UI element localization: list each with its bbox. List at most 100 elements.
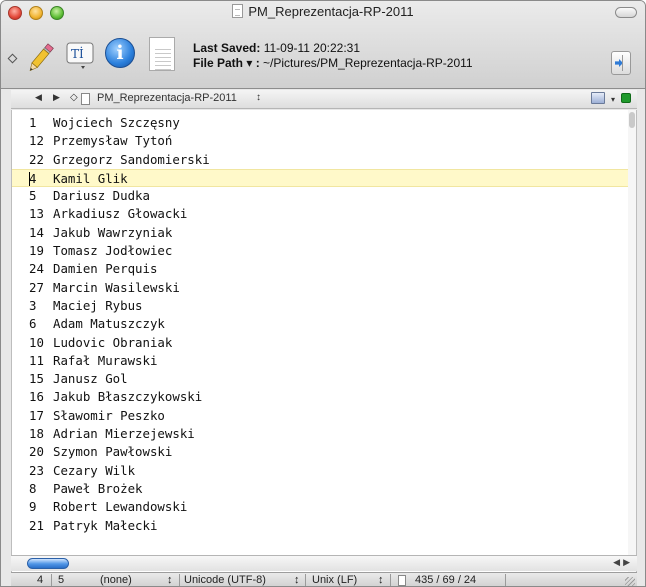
text-line[interactable]: 21 Patryk Małecki bbox=[12, 517, 636, 535]
player-name-text: Maciej Rybus bbox=[53, 297, 143, 313]
file-path-row: File Path ▾ : ~/Pictures/PM_Reprezentacj… bbox=[193, 56, 473, 71]
line-number-text: 3 bbox=[29, 297, 37, 313]
text-line[interactable]: 14 Jakub Wawrzyniak bbox=[12, 224, 636, 242]
line-number-text: 5 bbox=[29, 188, 37, 204]
player-name-text: Paweł Brożek bbox=[53, 480, 143, 496]
line-number-text: 17 bbox=[29, 407, 44, 423]
player-name-text: Robert Lewandowski bbox=[53, 499, 188, 515]
player-name-text: Ludovic Obraniak bbox=[53, 334, 173, 350]
text-line[interactable]: 9 Robert Lewandowski bbox=[12, 498, 636, 516]
text-line[interactable]: 18 Adrian Mierzejewski bbox=[12, 425, 636, 443]
text-editor[interactable]: 1 Wojciech Szczęsny 12 Przemysław Tytoń 22 Gr… bbox=[11, 110, 637, 574]
text-line[interactable]: 8 Paweł Brożek bbox=[12, 480, 636, 498]
toggle-sidebar-button[interactable] bbox=[611, 51, 631, 75]
nav-file-icon bbox=[81, 93, 90, 105]
player-name-text: Adrian Mierzejewski bbox=[53, 426, 195, 442]
last-saved-row: Last Saved: 11-09-11 20:22:31 bbox=[193, 41, 473, 56]
player-name-text: Tomasz Jodłowiec bbox=[53, 243, 173, 259]
horizontal-scroll-thumb[interactable] bbox=[27, 558, 69, 569]
player-name-text: Sławomir Peszko bbox=[53, 407, 165, 423]
encoding-popup[interactable]: Unicode (UTF-8) bbox=[184, 574, 266, 586]
status-line-number: 4 bbox=[37, 574, 44, 586]
line-number-text: 16 bbox=[29, 389, 44, 405]
text-line[interactable]: 11 Rafał Murawski bbox=[12, 352, 636, 370]
line-number-text: 21 bbox=[29, 517, 44, 533]
document-metadata: Last Saved: 11-09-11 20:22:31 File Path … bbox=[193, 41, 473, 71]
editor-lines[interactable]: 1 Wojciech Szczęsny 12 Przemysław Tytoń 22 Gr… bbox=[12, 114, 636, 535]
encoding-popup-arrows-icon[interactable]: ↕ bbox=[294, 574, 300, 586]
text-line[interactable]: 17 Sławomir Peszko bbox=[12, 407, 636, 425]
line-number-text: 12 bbox=[29, 133, 44, 149]
player-name-text: Grzegorz Sandomierski bbox=[53, 151, 210, 167]
toolbar-toggle-button[interactable] bbox=[615, 7, 637, 18]
resize-grip-icon[interactable] bbox=[625, 577, 635, 586]
line-number-text: 23 bbox=[29, 462, 44, 478]
line-number-text: 20 bbox=[29, 444, 44, 460]
scroll-arrows-icon[interactable]: ◀▶ bbox=[613, 557, 633, 568]
document-info-icon[interactable] bbox=[149, 37, 175, 71]
player-name-text: Jakub Błaszczykowski bbox=[53, 389, 203, 405]
player-name-text: Marcin Wasilewski bbox=[53, 279, 180, 295]
bookmarks-chevron-icon[interactable]: ▾ bbox=[611, 95, 615, 104]
line-endings-popup[interactable]: Unix (LF) bbox=[312, 574, 357, 586]
document-popup-arrows-icon[interactable]: ↕ bbox=[256, 92, 261, 103]
line-number-text: 14 bbox=[29, 224, 44, 240]
horizontal-scrollbar[interactable]: ◀▶ bbox=[11, 555, 637, 571]
text-line[interactable]: 23 Cezary Wilk bbox=[12, 462, 636, 480]
current-line[interactable]: 4 Kamil Glik bbox=[12, 168, 636, 188]
vertical-scroll-thumb[interactable] bbox=[629, 112, 635, 128]
document-status-icon[interactable] bbox=[621, 93, 631, 103]
text-line[interactable]: 24 Damien Perquis bbox=[12, 260, 636, 278]
text-line[interactable]: 1 Wojciech Szczęsny bbox=[12, 114, 636, 132]
line-number-text: 19 bbox=[29, 243, 44, 259]
text-line[interactable]: 27 Marcin Wasilewski bbox=[12, 279, 636, 297]
window-title-text: PM_Reprezentacja-RP-2011 bbox=[248, 4, 414, 19]
text-line[interactable]: 5 Dariusz Dudka bbox=[12, 187, 636, 205]
text-line[interactable]: 20 Szymon Pawłowski bbox=[12, 443, 636, 461]
status-divider bbox=[390, 574, 391, 586]
line-number-text: 1 bbox=[29, 115, 37, 130]
nav-back-icon[interactable]: ◀ bbox=[35, 92, 42, 103]
line-number-text: 24 bbox=[29, 261, 44, 277]
player-name-text: Jakub Wawrzyniak bbox=[53, 224, 173, 240]
document-proxy-icon[interactable] bbox=[232, 4, 244, 18]
player-name-text: Damien Perquis bbox=[53, 261, 158, 277]
text-line[interactable]: 12 Przemysław Tytoń bbox=[12, 132, 636, 150]
bookmarks-icon[interactable] bbox=[591, 92, 605, 104]
info-button[interactable]: i bbox=[105, 38, 135, 68]
syntax-popup[interactable]: (none) bbox=[100, 574, 132, 586]
text-line[interactable]: 6 Adam Matuszczyk bbox=[12, 315, 636, 333]
text-line[interactable]: 13 Arkadiusz Głowacki bbox=[12, 205, 636, 223]
pencil-icon[interactable] bbox=[25, 41, 55, 75]
text-line[interactable]: 10 Ludovic Obraniak bbox=[12, 334, 636, 352]
status-column-number: 5 bbox=[58, 574, 65, 586]
document-stats-icon bbox=[398, 575, 406, 586]
customize-diamond-icon[interactable] bbox=[7, 53, 18, 64]
last-saved-label: Last Saved: bbox=[193, 41, 261, 55]
syntax-popup-arrows-icon[interactable]: ↕ bbox=[167, 574, 173, 586]
file-path-value: ~/Pictures/PM_Reprezentacja-RP-2011 bbox=[263, 56, 473, 70]
nav-diamond-icon[interactable]: ◇ bbox=[70, 92, 78, 103]
text-cursor bbox=[29, 171, 30, 186]
text-line[interactable]: 19 Tomasz Jodłowiec bbox=[12, 242, 636, 260]
text-line[interactable]: 3 Maciej Rybus bbox=[12, 297, 636, 315]
nav-forward-icon[interactable]: ▶ bbox=[53, 92, 60, 103]
player-name-text: Rafał Murawski bbox=[53, 352, 158, 368]
vertical-scrollbar[interactable] bbox=[628, 110, 636, 574]
document-popup[interactable]: PM_Reprezentacja-RP-2011 bbox=[97, 92, 237, 104]
text-line[interactable]: 16 Jakub Błaszczykowski bbox=[12, 388, 636, 406]
text-line[interactable]: 15 Janusz Gol bbox=[12, 370, 636, 388]
text-line[interactable]: 22 Grzegorz Sandomierski bbox=[12, 151, 636, 169]
navigation-bar: ◀ ▶ ◇ PM_Reprezentacja-RP-2011 ↕ ▾ bbox=[11, 90, 637, 109]
player-name-text: Janusz Gol bbox=[53, 371, 128, 387]
player-name-text: Wojciech Szczęsny bbox=[53, 115, 180, 130]
player-name-text: Cezary Wilk bbox=[53, 462, 136, 478]
title-toolbar-area: PM_Reprezentacja-RP-2011 Tİ i Last Saved… bbox=[1, 1, 645, 89]
line-endings-popup-arrows-icon[interactable]: ↕ bbox=[378, 574, 384, 586]
text-options-icon[interactable]: Tİ bbox=[65, 39, 97, 71]
line-number-text: 18 bbox=[29, 426, 44, 442]
file-path-label[interactable]: File Path ▾ : bbox=[193, 56, 260, 70]
last-saved-value: 11-09-11 20:22:31 bbox=[263, 41, 361, 55]
line-number-text: 10 bbox=[29, 334, 44, 350]
status-divider bbox=[505, 574, 506, 586]
